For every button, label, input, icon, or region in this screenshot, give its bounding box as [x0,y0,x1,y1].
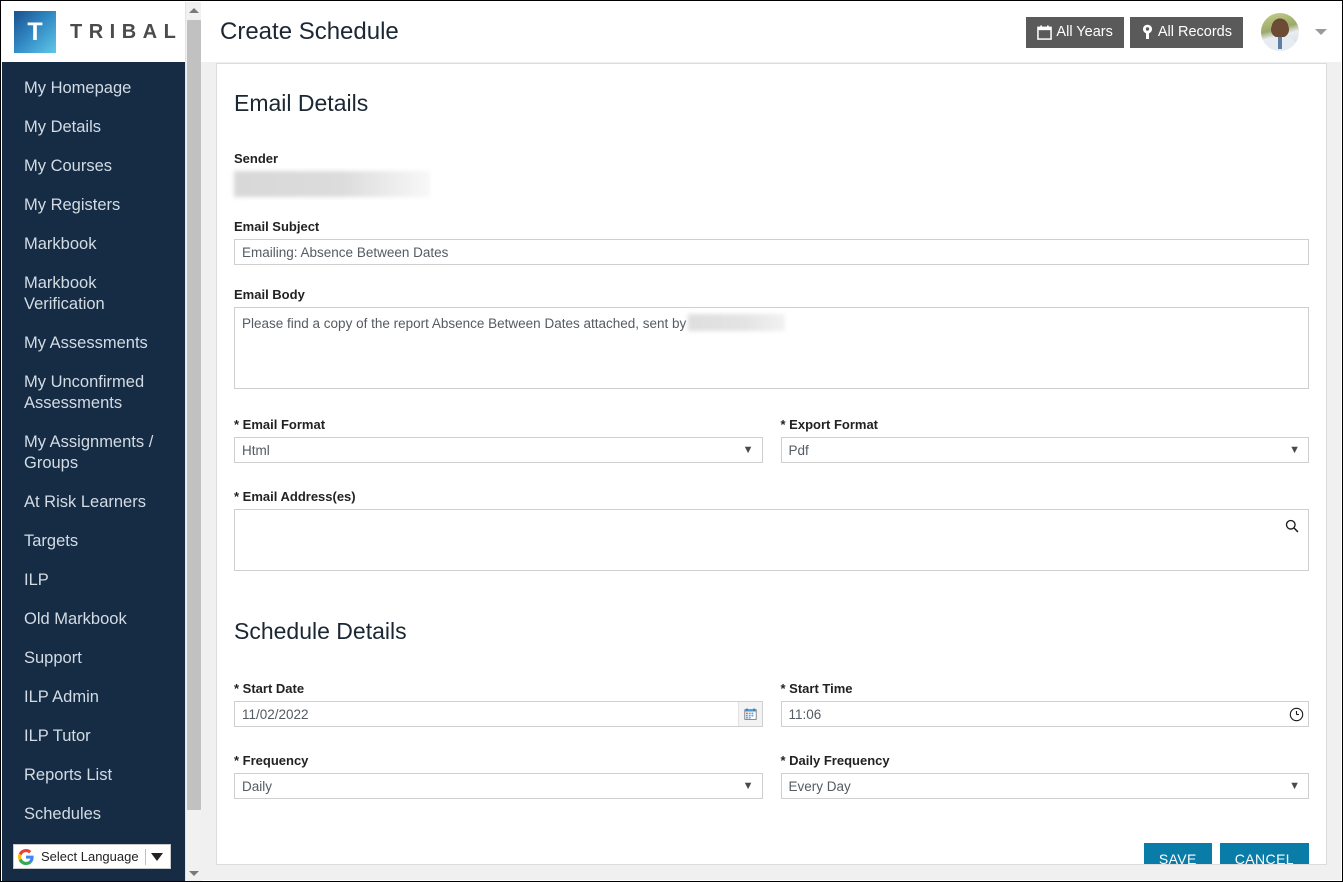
calendar-icon [743,707,757,720]
daily-frequency-label: * Daily Frequency [780,753,890,768]
sidebar-item-reports-list[interactable]: Reports List [2,756,186,795]
sidebar-item-targets[interactable]: Targets [2,522,186,561]
email-addresses-input[interactable] [234,509,1309,571]
email-format-select[interactable]: Html [234,437,763,463]
start-time-input[interactable] [780,701,1309,727]
start-date-input[interactable] [234,701,763,727]
translate-label: Select Language [41,849,139,864]
sidebar-item-ilp-tutor[interactable]: ILP Tutor [2,717,186,756]
email-body-text: Please find a copy of the report Absence… [242,316,687,331]
daily-frequency-select[interactable]: Every Day [780,773,1309,799]
export-format-select[interactable]: Pdf [780,437,1309,463]
calendar-picker-button[interactable] [737,702,762,726]
email-format-field-group: * Email Format Html ▼ [234,417,763,463]
email-addresses-field-group: * Email Address(es) [234,489,1309,571]
frequency-field-group: * Frequency Daily ▼ [234,753,763,799]
sidebar-item-schedules[interactable]: Schedules [2,795,186,834]
create-schedule-form-panel: Email Details Sender Email Subject Email… [216,63,1327,865]
scroll-up-arrow-icon[interactable] [186,2,202,19]
top-header: Create Schedule All Years All Records [201,2,1341,62]
scroll-down-arrow-icon[interactable] [186,865,202,881]
avatar[interactable] [1261,13,1299,51]
avatar-face [1271,21,1289,39]
sidebar-item-markbook[interactable]: Markbook [2,225,186,264]
divider [145,848,146,865]
email-body-field-group: Email Body Please find a copy of the rep… [234,287,1309,389]
triangle-down-icon[interactable] [151,852,163,861]
email-addresses-label: * Email Address(es) [234,489,356,504]
schedule-details-heading: Schedule Details [234,618,407,644]
sidebar-item-ilp-admin[interactable]: ILP Admin [2,678,186,717]
all-records-label: All Records [1157,24,1232,40]
email-subject-field-group: Email Subject [234,219,1309,265]
sidebar-item-my-unconfirmed-assessments[interactable]: My Unconfirmed Assessments [2,363,186,423]
frequency-label: * Frequency [234,753,309,768]
email-body-redacted-sender [688,314,786,331]
tribal-logo-mark: T [14,11,56,53]
email-body-textarea[interactable]: Please find a copy of the report Absence… [234,307,1309,389]
google-translate-widget[interactable]: Select Language [13,844,171,869]
frequency-row: * Frequency Daily ▼ * Daily Frequency Ev… [234,753,1309,799]
cancel-button[interactable]: CANCEL [1219,843,1309,864]
sidebar-item-my-courses[interactable]: My Courses [2,147,186,186]
sidebar-item-my-assignments-groups[interactable]: My Assignments / Groups [2,423,186,483]
sidebar-item-support[interactable]: Support [2,639,186,678]
format-row: * Email Format Html ▼ * Export Format Pd… [234,417,1309,463]
all-years-button[interactable]: All Years [1026,16,1124,48]
email-format-label: * Email Format [234,417,326,432]
sidebar-scrollbar[interactable] [185,2,202,881]
daily-frequency-field-group: * Daily Frequency Every Day ▼ [780,753,1309,799]
save-button[interactable]: SAVE [1143,843,1212,864]
sender-field-group: Sender [234,151,1309,197]
chevron-down-icon[interactable] [1315,29,1327,35]
form-actions: SAVE CANCEL [234,843,1309,864]
sender-label: Sender [234,151,279,166]
email-subject-label: Email Subject [234,219,320,234]
start-row: * Start Date 11/02/2022 * Start Time 11:… [234,681,1309,727]
page-title: Create Schedule [220,18,399,45]
sender-value-redacted [234,171,430,197]
scrollbar-thumb[interactable] [187,20,201,810]
sidebar-item-markbook-verification[interactable]: Markbook Verification [2,264,186,324]
email-details-heading: Email Details [234,90,369,116]
export-format-label: * Export Format [780,417,879,432]
frequency-select[interactable]: Daily [234,773,763,799]
start-time-field-group: * Start Time [780,681,1309,727]
email-subject-input[interactable] [234,239,1309,265]
all-years-label: All Years [1056,24,1113,40]
sidebar-item-my-details[interactable]: My Details [2,108,186,147]
brand-logo[interactable]: T TRIBAL [2,2,186,62]
time-picker-button[interactable] [1284,702,1308,726]
tribal-wordmark: TRIBAL [70,20,183,43]
sidebar-nav: My Homepage My Details My Courses My Reg… [2,62,186,834]
start-date-label: * Start Date [234,681,305,696]
app-window: T TRIBAL My Homepage My Details My Cours… [0,0,1343,882]
search-icon[interactable] [1285,519,1299,533]
start-date-field-group: * Start Date [234,681,763,727]
sidebar-item-my-assessments[interactable]: My Assessments [2,324,186,363]
start-time-label: * Start Time [780,681,853,696]
sidebar-item-ilp[interactable]: ILP [2,561,186,600]
sidebar-item-at-risk-learners[interactable]: At Risk Learners [2,483,186,522]
email-body-label: Email Body [234,287,305,302]
export-format-field-group: * Export Format Pdf ▼ [780,417,1309,463]
avatar-tie [1278,37,1282,49]
sidebar-item-old-markbook[interactable]: Old Markbook [2,600,186,639]
all-records-button[interactable]: All Records [1129,16,1243,48]
sidebar: T TRIBAL My Homepage My Details My Cours… [2,2,186,881]
google-icon [18,848,34,865]
sidebar-item-my-registers[interactable]: My Registers [2,186,186,225]
calendar-icon [1037,24,1053,40]
clock-icon [1289,707,1303,721]
pin-icon [1142,24,1152,39]
sidebar-item-my-homepage[interactable]: My Homepage [2,69,186,108]
